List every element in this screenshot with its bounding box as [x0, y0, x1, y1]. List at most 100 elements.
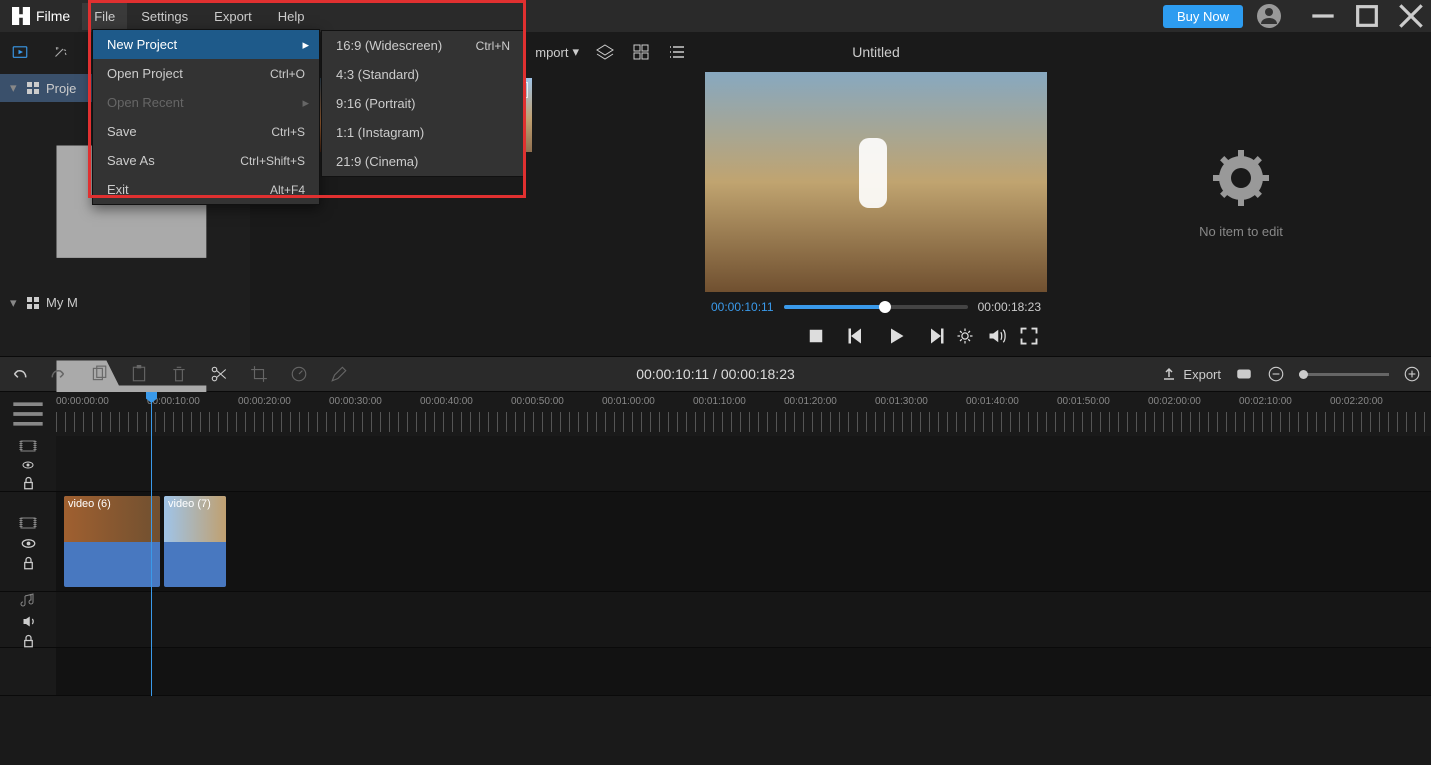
lock-icon[interactable]	[21, 633, 36, 648]
prev-frame-icon	[846, 326, 866, 346]
minimize-icon	[1303, 0, 1343, 32]
menu-settings[interactable]: Settings	[129, 3, 200, 30]
preview-panel: Untitled 00:00:10:11 00:00:18:23	[701, 32, 1051, 356]
grid-icon	[26, 296, 40, 310]
ruler-mark: 00:01:30:00	[875, 396, 928, 407]
tree-my-media[interactable]: ▾My M	[0, 289, 250, 317]
menu-help[interactable]: Help	[266, 3, 317, 30]
menu-export[interactable]: Export	[202, 3, 264, 30]
layers-icon	[595, 42, 615, 62]
zoom-out-button[interactable]	[1267, 365, 1285, 383]
preview-viewport[interactable]	[705, 72, 1047, 292]
buy-now-button[interactable]: Buy Now	[1163, 5, 1243, 28]
track-body[interactable]: video (6) video (7)	[56, 492, 1431, 591]
window-maximize[interactable]	[1347, 0, 1387, 32]
menu-exit[interactable]: ExitAlt+F4	[93, 175, 319, 204]
volume-icon	[987, 326, 1007, 346]
view-list-button[interactable]	[667, 42, 687, 62]
preview-title: Untitled	[701, 32, 1051, 72]
paste-button[interactable]	[130, 365, 148, 383]
import-dropdown[interactable]: mport▾	[535, 44, 579, 60]
lock-icon[interactable]	[21, 555, 36, 570]
window-minimize[interactable]	[1303, 0, 1343, 32]
undo-button[interactable]	[10, 365, 28, 383]
play-button[interactable]	[886, 326, 906, 346]
video-track-2: video (6) video (7)	[0, 492, 1431, 592]
menu-save-as[interactable]: Save AsCtrl+Shift+S	[93, 146, 319, 175]
user-icon	[1257, 4, 1281, 28]
crop-icon	[250, 365, 268, 383]
eye-icon[interactable]	[22, 459, 34, 471]
timeline-clip[interactable]: video (7)	[164, 496, 226, 587]
menu-open-recent[interactable]: Open Recent▸	[93, 88, 319, 117]
user-avatar[interactable]	[1257, 4, 1281, 28]
timeline-ruler[interactable]: 00:00:00:0000:00:10:0000:00:20:0000:00:3…	[0, 392, 1431, 436]
clip-label: video (6)	[68, 498, 111, 510]
video-track-1	[0, 436, 1431, 492]
menu-file[interactable]: File	[82, 3, 127, 30]
color-button[interactable]	[330, 365, 348, 383]
prev-frame-button[interactable]	[846, 326, 866, 346]
aspect-9-16[interactable]: 9:16 (Portrait)	[322, 89, 524, 118]
redo-icon	[50, 365, 68, 383]
volume-button[interactable]	[987, 326, 1007, 346]
ruler-mark: 00:01:00:00	[602, 396, 655, 407]
ruler-mark: 00:00:00:00	[56, 396, 109, 407]
eye-icon[interactable]	[21, 536, 36, 551]
menu-save[interactable]: SaveCtrl+S	[93, 117, 319, 146]
view-layers-button[interactable]	[595, 42, 615, 62]
volume-icon[interactable]	[21, 614, 36, 629]
video-track-icon	[19, 437, 37, 455]
menubar: File Settings Export Help	[82, 3, 316, 30]
timeline: 00:00:00:0000:00:10:0000:00:20:0000:00:3…	[0, 392, 1431, 696]
snap-button[interactable]	[1235, 365, 1253, 383]
playhead[interactable]	[151, 392, 152, 696]
media-icon	[11, 43, 29, 61]
speed-button[interactable]	[290, 365, 308, 383]
window-close[interactable]	[1391, 0, 1431, 32]
wand-icon	[51, 43, 69, 61]
ruler-mark: 00:02:10:00	[1239, 396, 1292, 407]
aspect-16-9[interactable]: 16:9 (Widescreen)Ctrl+N	[322, 31, 524, 60]
split-button[interactable]	[210, 365, 228, 383]
aspect-1-1[interactable]: 1:1 (Instagram)	[322, 118, 524, 147]
timeline-clip[interactable]: video (6)	[64, 496, 160, 587]
file-menu-dropdown: New Project▸ Open ProjectCtrl+O Open Rec…	[92, 29, 320, 205]
speed-icon	[290, 365, 308, 383]
preview-total-time: 00:00:18:23	[978, 300, 1041, 314]
zoom-in-button[interactable]	[1403, 365, 1421, 383]
stop-button[interactable]	[806, 326, 826, 346]
track-body[interactable]	[56, 436, 1431, 491]
redo-button[interactable]	[50, 365, 68, 383]
fullscreen-icon	[1019, 326, 1039, 346]
aspect-4-3[interactable]: 4:3 (Standard)	[322, 60, 524, 89]
gear-icon	[955, 326, 975, 346]
track-body[interactable]	[56, 592, 1431, 647]
timeline-menu-button[interactable]	[0, 392, 56, 436]
preview-progress-bar[interactable]	[784, 305, 968, 309]
delete-button[interactable]	[170, 365, 188, 383]
menu-open-project[interactable]: Open ProjectCtrl+O	[93, 59, 319, 88]
ruler-mark: 00:00:50:00	[511, 396, 564, 407]
menu-new-project[interactable]: New Project▸	[93, 30, 319, 59]
lock-icon[interactable]	[21, 475, 36, 490]
ruler-mark: 00:01:40:00	[966, 396, 1019, 407]
properties-panel: No item to edit	[1051, 32, 1431, 356]
pencil-icon	[330, 365, 348, 383]
effects-tab[interactable]	[40, 32, 80, 72]
view-grid-button[interactable]	[631, 42, 651, 62]
zoom-out-icon	[1267, 365, 1285, 383]
ruler-mark: 00:00:40:00	[420, 396, 473, 407]
copy-button[interactable]	[90, 365, 108, 383]
settings-button[interactable]	[955, 326, 975, 346]
props-empty-text: No item to edit	[1199, 224, 1283, 239]
media-tab[interactable]	[0, 32, 40, 72]
aspect-21-9[interactable]: 21:9 (Cinema)	[322, 147, 524, 176]
timeline-timecode: 00:00:10:11 / 00:00:18:23	[636, 366, 795, 382]
zoom-slider[interactable]	[1299, 373, 1389, 376]
crop-button[interactable]	[250, 365, 268, 383]
export-button[interactable]: Export	[1161, 366, 1221, 382]
fullscreen-button[interactable]	[1019, 326, 1039, 346]
titlebar: Filme File Settings Export Help Buy Now	[0, 0, 1431, 32]
next-frame-button[interactable]	[926, 326, 946, 346]
